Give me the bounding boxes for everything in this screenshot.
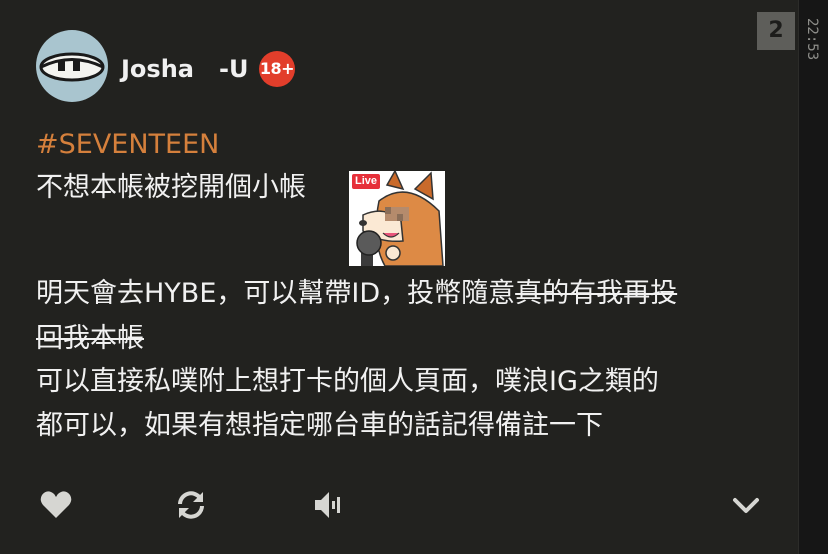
- live-tag: Live: [352, 174, 381, 189]
- post-line-3-struck: 回我本帳: [36, 323, 144, 354]
- post-line-5: 都可以，如果有想指定哪台車的話記得備註一下: [36, 410, 603, 441]
- hashtag-link[interactable]: #SEVENTEEN: [36, 127, 219, 163]
- replurk-button[interactable]: [173, 487, 209, 523]
- speaker-icon: [315, 492, 340, 518]
- age-restriction-badge: 18+: [259, 51, 295, 87]
- heart-icon: [40, 491, 72, 518]
- plurk-card: Josha -U 18+ #SEVENTEEN 不想本帳被挖開個小帳 Live …: [0, 0, 799, 554]
- post-line-2-struck-text: 真的有我再投: [515, 278, 678, 309]
- post-line-2: 明天會去HYBE，可以幫帶ID，投幣隨意真的有我再投: [36, 276, 677, 312]
- user-display-name[interactable]: Josha -U: [121, 55, 249, 83]
- expand-button[interactable]: [728, 487, 764, 523]
- avatar[interactable]: [36, 30, 108, 102]
- post-line-1: 不想本帳被挖開個小帳: [36, 172, 306, 203]
- like-button[interactable]: [38, 487, 74, 523]
- post-line-4: 可以直接私噗附上想打卡的個人頁面，噗浪IG之類的: [36, 366, 659, 397]
- avatar-eye-icon: [39, 52, 105, 82]
- post-time: 22:53: [804, 18, 820, 61]
- chevron-down-icon: [733, 498, 759, 513]
- mute-button[interactable]: [310, 487, 346, 523]
- refresh-icon: [178, 491, 204, 519]
- fox-sticker-image: Live: [349, 171, 445, 266]
- response-count-badge[interactable]: 2: [757, 12, 795, 50]
- post-line-2-text: 明天會去HYBE，可以幫帶ID，投幣隨意: [36, 278, 516, 309]
